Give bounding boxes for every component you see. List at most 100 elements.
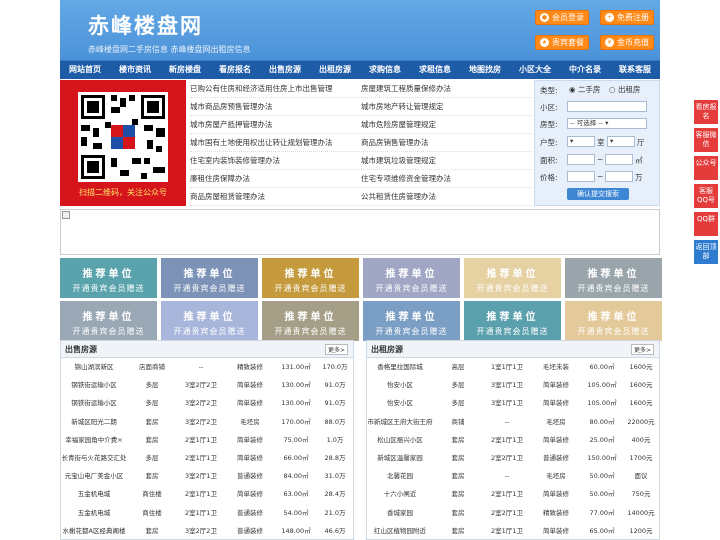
listing-row[interactable]: 市新城区王府大街王府 商铺 -- 毛坯房 80.00㎡ 22000元 xyxy=(367,413,659,431)
listing-row[interactable]: 怡安小区 多层 3室1厅1卫 简单装修 105.00㎡ 1600元 xyxy=(367,394,659,412)
listing-row[interactable]: 五金机电城 商住楼 2室1厅1卫 普通装修 54.00㎡ 21.0万 xyxy=(61,504,353,522)
policy-link[interactable]: 城市危险房屋管理规定 xyxy=(361,116,532,133)
listing-community[interactable]: 钢铁街运输小区 xyxy=(61,394,127,412)
nav-for-rent[interactable]: 出租房源 xyxy=(310,61,360,79)
listing-row[interactable]: 钢铁街运输小区 多层 3室2厅2卫 简单装修 130.00㎡ 91.0万 xyxy=(61,394,353,412)
recommended-unit-tile[interactable]: 推荐单位 开通贵宾会员赠送 xyxy=(565,258,662,298)
listing-community[interactable]: 新城区阳光二期 xyxy=(61,413,127,431)
coin-recharge-button[interactable]: ¥ 金币充值 xyxy=(600,35,654,50)
recommended-unit-tile[interactable]: 推荐单位 开通贵宾会员赠送 xyxy=(60,258,157,298)
rent-more-link[interactable]: 更多> xyxy=(630,344,654,355)
policy-link[interactable]: 城市商品房预售管理办法 xyxy=(190,98,361,115)
recommended-unit-tile[interactable]: 推荐单位 开通贵宾会员赠送 xyxy=(565,301,662,341)
policy-link[interactable]: 住宅专项维修资金管理办法 xyxy=(361,170,532,187)
price-min-input[interactable] xyxy=(567,171,595,182)
policy-link[interactable]: 房屋建筑工程质量保修办法 xyxy=(361,80,532,97)
side-tab-qq[interactable]: 客服QQ号 xyxy=(694,184,718,208)
policy-link[interactable]: 商品房屋租赁管理办法 xyxy=(190,188,361,205)
member-login-button[interactable]: ● 会员登录 xyxy=(535,10,589,25)
listing-row[interactable]: 香城家园 套房 2室2厅1卫 精致装修 77.00㎡ 14000元 xyxy=(367,504,659,522)
listing-row[interactable]: 长青街与火花路交汇处 多层 2室1厅1卫 简单装修 66.00㎡ 28.8万 xyxy=(61,449,353,467)
nav-want-buy[interactable]: 求购信息 xyxy=(360,61,410,79)
recommended-unit-tile[interactable]: 推荐单位 开通贵宾会员赠送 xyxy=(161,301,258,341)
recommended-unit-tile[interactable]: 推荐单位 开通贵宾会员赠送 xyxy=(464,301,561,341)
listing-row[interactable]: 五金机电城 商住楼 2室1厅1卫 简单装修 63.00㎡ 28.4万 xyxy=(61,485,353,503)
housetype-select[interactable]: -- 可选择 -- ▾ xyxy=(567,118,647,129)
nav-communities[interactable]: 小区大全 xyxy=(510,61,560,79)
policy-link[interactable]: 廉租住房保障办法 xyxy=(190,170,361,187)
vip-package-button[interactable]: ★ 贵宾套餐 xyxy=(535,35,589,50)
nav-agents[interactable]: 中介名录 xyxy=(560,61,610,79)
listing-row[interactable]: 怡安小区 多层 3室1厅1卫 简单装修 105.00㎡ 1600元 xyxy=(367,376,659,394)
search-submit-button[interactable]: 确认提交搜索 xyxy=(567,188,629,200)
listing-row[interactable]: 新城区温馨家园 套房 2室2厅1卫 普通装修 150.00㎡ 1700元 xyxy=(367,449,659,467)
nav-want-rent[interactable]: 求租信息 xyxy=(410,61,460,79)
listing-community[interactable]: 红山区植物园附近 xyxy=(367,522,433,539)
listing-row[interactable]: 北馨花园 套房 -- 毛坯房 50.00㎡ 面议 xyxy=(367,467,659,485)
listing-row[interactable]: 松山区振兴小区 套房 2室1厅1卫 简单装修 25.00㎡ 400元 xyxy=(367,431,659,449)
listing-community[interactable]: 北馨花园 xyxy=(367,467,433,485)
listing-community[interactable]: 元宝山电厂美金小区 xyxy=(61,467,127,485)
price-max-input[interactable] xyxy=(605,171,633,182)
listing-community[interactable]: 香城家园 xyxy=(367,504,433,522)
hall-select[interactable]: ▾ xyxy=(607,136,635,147)
policy-link[interactable]: 城市国有土地使用权出让转让规划管理办法 xyxy=(190,134,361,151)
listing-row[interactable]: 锦山湖滨新区 店面商铺 -- 精致装修 131.00㎡ 170.0万 xyxy=(61,358,353,376)
listing-row[interactable]: 十六小闸近 套房 2室1厅1卫 简单装修 50.00㎡ 750元 xyxy=(367,485,659,503)
listing-community[interactable]: 十六小闸近 xyxy=(367,485,433,503)
nav-home[interactable]: 网站首页 xyxy=(60,61,110,79)
radio-sale[interactable]: ◉ 二手房 xyxy=(569,84,600,95)
listing-row[interactable]: 元宝山电厂美金小区 套房 3室2厅1卫 普通装修 84.00㎡ 31.0万 xyxy=(61,467,353,485)
policy-link[interactable]: 商品房销售管理办法 xyxy=(361,134,532,151)
side-tab-wechat[interactable]: 客服微信 xyxy=(694,128,718,152)
side-tab-qq-group[interactable]: QQ群 xyxy=(694,212,718,236)
listing-community[interactable]: 怡安小区 xyxy=(367,394,433,412)
listing-community[interactable]: 松山区振兴小区 xyxy=(367,431,433,449)
listing-row[interactable]: 水榭花都A区经典阁楼 套房 3室2厅2卫 普通装修 148.00㎡ 46.6万 xyxy=(61,522,353,539)
listing-community[interactable]: 锦山湖滨新区 xyxy=(61,358,127,376)
listing-community[interactable]: 怡安小区 xyxy=(367,376,433,394)
nav-news[interactable]: 楼市资讯 xyxy=(110,61,160,79)
nav-map-search[interactable]: 地图找房 xyxy=(460,61,510,79)
policy-link[interactable]: 城市房地产转让管理规定 xyxy=(361,98,532,115)
policy-link[interactable]: 城市建筑垃圾管理规定 xyxy=(361,152,532,169)
nav-viewing-signup[interactable]: 看房报名 xyxy=(210,61,260,79)
listing-row[interactable]: 香格里拉国际城 高层 1室1厅1卫 毛坯未装 60.00㎡ 1600元 xyxy=(367,358,659,376)
listing-row[interactable]: 钢铁街运输小区 多层 3室2厅2卫 简单装修 130.00㎡ 91.0万 xyxy=(61,376,353,394)
recommended-unit-tile[interactable]: 推荐单位 开通贵宾会员赠送 xyxy=(464,258,561,298)
area-min-input[interactable] xyxy=(567,154,595,165)
community-input[interactable] xyxy=(567,101,647,112)
site-logo-title[interactable]: 赤峰楼盘网 xyxy=(88,10,203,40)
listing-community[interactable]: 钢铁街运输小区 xyxy=(61,376,127,394)
radio-rent[interactable]: ○ 出租房 xyxy=(609,84,640,95)
listing-community[interactable]: 长青街与火花路交汇处 xyxy=(61,449,127,467)
nav-contact[interactable]: 联系客服 xyxy=(610,61,660,79)
nav-for-sale[interactable]: 出售房源 xyxy=(260,61,310,79)
policy-link[interactable]: 住宅室内装饰装修管理办法 xyxy=(190,152,361,169)
listing-community[interactable]: 新城区温馨家园 xyxy=(367,449,433,467)
policy-link[interactable]: 已购公有住房和经济适用住房上市出售管理 xyxy=(190,80,361,97)
sale-more-link[interactable]: 更多> xyxy=(324,344,348,355)
recommended-unit-tile[interactable]: 推荐单位 开通贵宾会员赠送 xyxy=(363,258,460,298)
policy-link[interactable]: 城市房屋产抵押管理办法 xyxy=(190,116,361,133)
policy-link[interactable]: 公共租赁住房管理办法 xyxy=(361,188,532,205)
banner-image[interactable] xyxy=(60,209,660,255)
listing-community[interactable]: 幸福家园角中介费× xyxy=(61,431,127,449)
listing-community[interactable]: 市新城区王府大街王府 xyxy=(367,413,433,431)
free-register-button[interactable]: + 免费注册 xyxy=(600,10,654,25)
recommended-unit-tile[interactable]: 推荐单位 开通贵宾会员赠送 xyxy=(161,258,258,298)
listing-community[interactable]: 水榭花都A区经典阁楼 xyxy=(61,522,127,539)
listing-row[interactable]: 新城区阳光二期 套房 3室2厅2卫 毛坯房 170.00㎡ 88.0万 xyxy=(61,413,353,431)
listing-row[interactable]: 幸福家园角中介费× 套房 2室1厅1卫 简单装修 75.00㎡ 1.0万 xyxy=(61,431,353,449)
listing-community[interactable]: 香格里拉国际城 xyxy=(367,358,433,376)
side-tab-back-to-top[interactable]: 返回顶部 xyxy=(694,240,718,264)
nav-new-homes[interactable]: 新房楼盘 xyxy=(160,61,210,79)
side-tab-official-account[interactable]: 公众号 xyxy=(694,156,718,180)
recommended-unit-tile[interactable]: 推荐单位 开通贵宾会员赠送 xyxy=(262,258,359,298)
side-tab-viewing-signup[interactable]: 看房报名 xyxy=(694,100,718,124)
room-select[interactable]: ▾ xyxy=(567,136,595,147)
listing-community[interactable]: 五金机电城 xyxy=(61,504,127,522)
area-max-input[interactable] xyxy=(605,154,633,165)
recommended-unit-tile[interactable]: 推荐单位 开通贵宾会员赠送 xyxy=(262,301,359,341)
listing-community[interactable]: 五金机电城 xyxy=(61,485,127,503)
